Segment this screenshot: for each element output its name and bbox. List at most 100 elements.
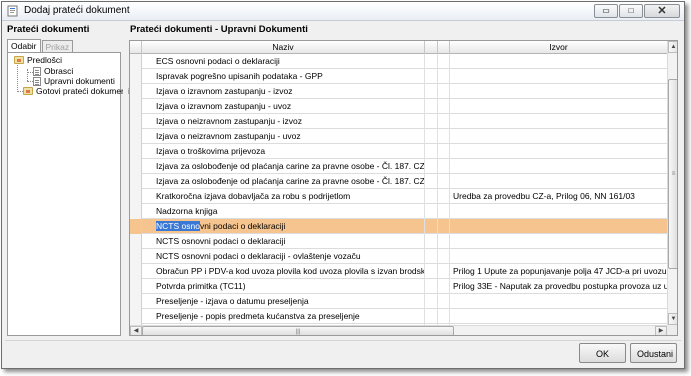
cell-blank [438,159,450,174]
cell-blank [425,174,438,189]
column-header-blank[interactable] [425,41,438,54]
title-bar[interactable]: Dodaj prateći dokument ▭ □ ✕ [2,2,684,21]
tree-node-obrasci[interactable]: Obrasci [33,66,73,76]
row-indicator[interactable] [130,174,142,189]
cell-blank [425,264,438,279]
documents-grid: Naziv Izvor ECS osnovni podaci o deklara… [129,40,678,336]
cell-izvor [450,204,667,219]
cell-blank [425,159,438,174]
cell-naziv: Kratkoročna izjava dobavljača za robu s … [142,189,425,204]
tree-node-predlosci[interactable]: Predlošci [14,55,62,65]
vertical-scroll-thumb[interactable]: ≡ [668,79,677,269]
column-header-izvor[interactable]: Izvor [450,41,667,54]
table-row[interactable]: Ispravak pogrešno upisanih podataka - GP… [130,69,667,84]
table-row[interactable]: Nadzorna knjiga [130,204,667,219]
document-tree: Predlošci Obrasci Upravni dokumenti Goto… [7,52,130,336]
row-indicator[interactable] [130,189,142,204]
row-indicator[interactable] [130,294,142,309]
row-indicator[interactable] [130,219,142,234]
cell-blank [425,54,438,69]
tree-node-label: Gotovi prateći dokumenti [36,86,131,96]
tree-node-upravni-dokumenti[interactable]: Upravni dokumenti [33,76,115,86]
table-row[interactable]: NCTS osnovni podaci o deklaraciji - ovla… [130,249,667,264]
horizontal-scrollbar[interactable]: ◀ ||| ▶ [130,325,667,335]
cell-naziv: NCTS osnovni podaci o deklaraciji - ovla… [142,249,425,264]
cell-blank [425,309,438,324]
row-indicator[interactable] [130,264,142,279]
row-indicator[interactable] [130,234,142,249]
row-indicator[interactable] [130,114,142,129]
cell-blank [438,54,450,69]
close-button[interactable]: ✕ [644,4,680,18]
table-row[interactable]: ECS osnovni podaci o deklaraciji [130,54,667,69]
vertical-scrollbar[interactable]: ▲ ≡ ▼ [667,41,677,325]
left-tabs: Odabir Prikaz [7,39,74,53]
cancel-button[interactable]: Odustani [630,343,677,363]
table-row[interactable]: Izjava o izravnom zastupanju - uvoz [130,99,667,114]
left-panel-title: Prateći dokumenti [7,24,90,35]
right-panel-title: Prateći dokumenti - Upravni Dokumenti [130,24,308,35]
button-bar: OK Odustani [5,340,681,366]
table-row[interactable]: Preseljenje - popis predmeta kućanstva z… [130,309,667,324]
cell-izvor [450,249,667,264]
tree-node-gotovi-prateci-dokumenti[interactable]: Gotovi prateći dokumenti [23,86,130,96]
table-row[interactable]: Izjava o neizravnom zastupanju - uvoz [130,129,667,144]
row-indicator[interactable] [130,144,142,159]
row-indicator[interactable] [130,309,142,324]
ok-button[interactable]: OK [579,343,626,363]
cell-izvor [450,114,667,129]
maximize-button[interactable]: □ [619,4,643,18]
row-indicator[interactable] [130,99,142,114]
cell-naziv: NCTS osnovni podaci o deklaraciji [142,219,425,234]
tab-odabir[interactable]: Odabir [7,39,41,52]
row-indicator[interactable] [130,69,142,84]
cell-naziv-rest: vni podaci o deklaraciji [199,221,286,231]
row-indicator[interactable] [130,54,142,69]
folder-icon [14,56,24,64]
cell-izvor [450,219,667,234]
cell-blank [425,69,438,84]
cell-naziv: Preseljenje - izjava o datumu preseljenj… [142,294,425,309]
cell-blank [438,309,450,324]
cell-izvor [450,294,667,309]
cell-blank [438,129,450,144]
table-row[interactable]: Izjava o troškovima prijevoza [130,144,667,159]
row-indicator[interactable] [130,84,142,99]
table-row[interactable]: NCTS osnovni podaci o deklaraciji [130,234,667,249]
cell-blank [438,69,450,84]
document-icon [33,76,41,86]
scroll-left-button[interactable]: ◀ [130,326,142,335]
cell-naziv: Nadzorna knjiga [142,204,425,219]
cell-blank [438,279,450,294]
column-header-blank[interactable] [438,41,450,54]
scroll-right-button[interactable]: ▶ [655,326,667,335]
cell-blank [438,84,450,99]
table-row[interactable]: Izjava za oslobođenje od plaćanja carine… [130,159,667,174]
row-indicator[interactable] [130,159,142,174]
table-row[interactable]: Obračun PP i PDV-a kod uvoza plovila kod… [130,264,667,279]
row-indicator[interactable] [130,204,142,219]
table-row-selected[interactable]: NCTS osnovni podaci o deklaraciji [130,219,667,234]
table-row[interactable]: Kratkoročna izjava dobavljača za robu s … [130,189,667,204]
row-indicator[interactable] [130,129,142,144]
cell-blank [438,264,450,279]
scroll-down-button[interactable]: ▼ [668,313,677,325]
column-header-naziv[interactable]: Naziv [142,41,425,54]
table-row[interactable]: Potvrda primitka (TC11) Prilog 33E - Napu… [130,279,667,294]
table-row[interactable]: Izjava o izravnom zastupanju - izvoz [130,84,667,99]
minimize-button[interactable]: ▭ [594,4,618,18]
cell-blank [438,249,450,264]
cell-izvor: Prilog 33E - Naputak za provedbu postupk… [453,281,667,291]
cell-blank [438,144,450,159]
table-row[interactable]: Izjava za oslobođenje od plaćanja carine… [130,174,667,189]
app-icon [7,5,18,17]
row-indicator[interactable] [130,279,142,294]
row-indicator[interactable] [130,249,142,264]
scroll-up-button[interactable]: ▲ [668,41,677,53]
table-row[interactable]: Preseljenje - izjava o datumu preseljenj… [130,294,667,309]
cell-naziv: Potvrda primitka (TC11) [142,279,425,294]
cell-blank [425,99,438,114]
table-row[interactable]: Izjava o neizravnom zastupanju - izvoz [130,114,667,129]
horizontal-scroll-thumb[interactable]: ||| [142,326,454,335]
cell-izvor [450,129,667,144]
